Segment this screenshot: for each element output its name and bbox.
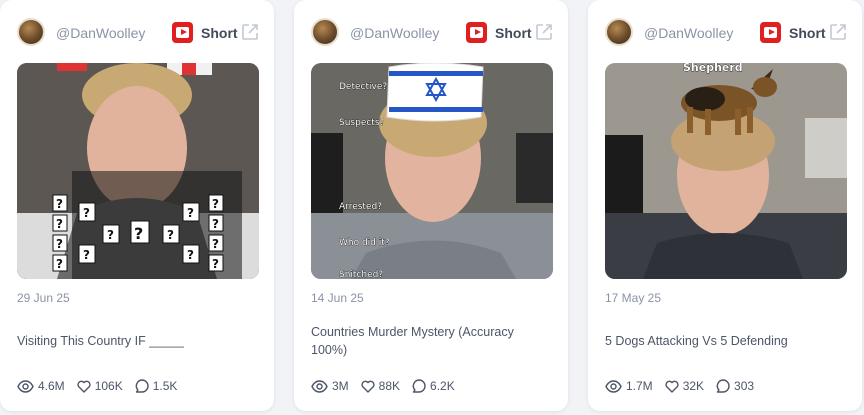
publish-date: 29 Jun 25 [17,291,70,305]
video-title[interactable]: Countries Murder Mystery (Accuracy 100%) [311,323,551,359]
comments-count: 1.5K [152,379,178,393]
stats-row: 1.7M 32K 303 [605,377,754,395]
comment-icon [716,379,730,393]
svg-text:?: ? [56,217,63,231]
svg-text:?: ? [83,248,90,262]
channel-handle[interactable]: @DanWoolley [644,25,733,41]
video-title[interactable]: Visiting This Country IF _____ [17,323,257,359]
overlay-label: Who did it? [339,238,390,248]
likes-count: 88K [378,379,401,393]
svg-text:?: ? [83,206,90,220]
overlay-label: Arrested? [339,202,382,212]
likes-count: 106K [94,379,123,393]
youtube-icon [172,22,193,43]
channel-handle[interactable]: @DanWoolley [56,25,145,41]
publish-date: 17 May 25 [605,291,662,305]
comments-stat: 1.5K [135,379,178,393]
youtube-icon [760,22,781,43]
eye-icon [17,379,34,393]
svg-text:?: ? [187,206,194,220]
card-header: @DanWoolley Short [311,18,554,48]
external-link-icon[interactable] [241,23,259,41]
avatar[interactable] [605,18,633,46]
video-thumbnail[interactable]: ???? ??? ?? ?? ???? [17,63,259,279]
heart-icon [77,380,91,393]
video-type-label: Short [495,25,532,41]
publish-date: 14 Jun 25 [311,291,364,305]
comments-stat: 6.2K [412,379,455,393]
comment-icon [412,379,426,393]
video-title-text: Visiting This Country IF _____ [17,334,184,348]
heart-icon [361,380,375,393]
views-count: 4.6M [38,379,65,393]
svg-text:?: ? [212,217,219,231]
eye-icon [311,379,328,393]
video-card[interactable]: @DanWoolley Short [588,0,862,411]
video-thumbnail[interactable]: Detective? Suspects? Arrested? Who did i… [311,63,553,279]
likes-stat: 88K [361,379,400,393]
overlay-label: Snitched? [339,270,383,279]
svg-text:?: ? [167,228,174,242]
heart-icon [665,380,679,393]
svg-text:?: ? [56,257,63,271]
views-stat: 4.6M [17,379,65,393]
views-stat: 3M [311,379,349,393]
video-title-text: 5 Dogs Attacking Vs 5 Defending [605,334,788,348]
comments-count: 303 [734,379,755,393]
comment-icon [135,379,149,393]
video-thumbnail[interactable]: Shepherd [605,63,847,279]
video-type-label: Short [789,25,826,41]
external-link-icon[interactable] [829,23,847,41]
overlay-label: Suspects? [339,118,385,128]
comments-stat: 303 [716,379,754,393]
svg-text:?: ? [212,237,219,251]
israel-flag-hat [386,63,484,122]
stats-row: 3M 88K 6.2K [311,377,455,395]
overlay-label: Detective? [339,82,387,92]
stats-row: 4.6M 106K 1.5K [17,377,177,395]
svg-text:?: ? [56,197,63,211]
external-link-icon[interactable] [535,23,553,41]
eye-icon [605,379,622,393]
svg-text:?: ? [187,248,194,262]
svg-text:?: ? [212,257,219,271]
avatar[interactable] [17,18,45,46]
avatar[interactable] [311,18,339,46]
channel-handle[interactable]: @DanWoolley [350,25,439,41]
svg-text:?: ? [107,228,114,242]
views-count: 1.7M [626,379,653,393]
video-title[interactable]: 5 Dogs Attacking Vs 5 Defending [605,323,845,359]
video-title-text: Countries Murder Mystery (Accuracy 100%) [311,325,514,357]
card-header: @DanWoolley Short [605,18,848,48]
views-stat: 1.7M [605,379,653,393]
svg-text:?: ? [212,197,219,211]
video-card[interactable]: @DanWoolley Short Detective? Suspects? A… [294,0,568,411]
youtube-icon [466,22,487,43]
svg-text:?: ? [134,224,143,243]
likes-count: 32K [682,379,705,393]
video-type-label: Short [201,25,238,41]
likes-stat: 32K [665,379,704,393]
views-count: 3M [332,379,349,393]
likes-stat: 106K [77,379,123,393]
card-header: @DanWoolley Short [17,18,260,48]
video-card[interactable]: @DanWoolley Short [0,0,274,411]
comments-count: 6.2K [430,379,455,393]
svg-text:?: ? [56,237,63,251]
overlay-label: Shepherd [683,63,743,74]
